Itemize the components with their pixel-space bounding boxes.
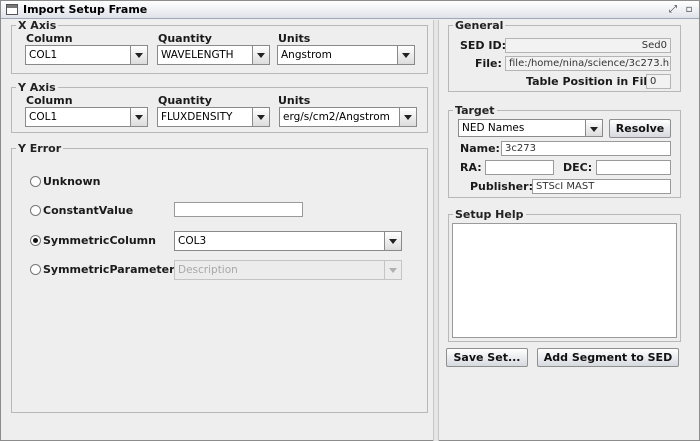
ra-label: RA: (460, 161, 482, 174)
x-units-label: Units (278, 32, 311, 45)
window-icon (6, 4, 18, 15)
symmetric-column-value: COL3 (178, 235, 207, 247)
setup-help-text (452, 223, 677, 338)
x-axis-title: X Axis (16, 19, 59, 32)
split-pane-divider[interactable] (433, 20, 439, 441)
setup-help-panel: Setup Help (448, 208, 681, 342)
table-position-label: Table Position in File: (526, 75, 659, 88)
dec-input[interactable] (596, 160, 671, 175)
chevron-down-icon[interactable] (399, 108, 416, 126)
x-units-value: Angstrom (281, 49, 332, 61)
y-units-value: erg/s/cm2/Angstrom (283, 111, 390, 123)
general-panel: General SED ID: Sed0 File: file:/home/ni… (448, 19, 681, 92)
symmetric-parameter-value: Description (178, 264, 238, 276)
x-units-select[interactable]: Angstrom (277, 45, 415, 65)
y-quantity-select[interactable]: FLUXDENSITY (157, 107, 270, 127)
y-column-select[interactable]: COL1 (25, 107, 148, 127)
y-column-label: Column (26, 94, 73, 107)
chevron-down-icon[interactable] (252, 108, 269, 126)
maximize-icon[interactable]: ⤢ (667, 4, 679, 16)
y-axis-panel: Y Axis Column COL1 Quantity FLUXDENSITY … (11, 81, 428, 133)
save-set-button[interactable]: Save Set... (446, 348, 528, 367)
chevron-down-icon[interactable] (585, 120, 602, 136)
target-title: Target (453, 104, 497, 117)
resolver-select[interactable]: NED Names (458, 119, 603, 137)
y-quantity-label: Quantity (158, 94, 212, 107)
y-axis-title: Y Axis (16, 81, 58, 94)
chevron-down-icon[interactable] (397, 46, 414, 64)
import-setup-window: Import Setup Frame ⤢ ▫ X Axis Column COL… (0, 0, 700, 441)
chevron-down-icon[interactable] (384, 232, 401, 250)
x-quantity-value: WAVELENGTH (161, 49, 234, 61)
symmetric-column-select[interactable]: COL3 (174, 231, 402, 251)
setup-help-title: Setup Help (453, 208, 526, 221)
chevron-down-icon (384, 261, 401, 279)
y-column-value: COL1 (29, 111, 58, 123)
constant-value-radio[interactable] (30, 205, 41, 216)
y-units-label: Units (278, 94, 311, 107)
chevron-down-icon[interactable] (130, 108, 147, 126)
y-error-panel: Y Error Unknown ConstantValue SymmetricC… (11, 142, 428, 413)
title-bar[interactable]: Import Setup Frame ⤢ ▫ (1, 1, 699, 19)
sed-id-label: SED ID: (460, 39, 507, 52)
file-label: File: (475, 57, 502, 70)
name-input[interactable]: 3c273 (501, 141, 671, 156)
dec-label: DEC: (563, 161, 593, 174)
table-position-field[interactable]: 0 (646, 74, 671, 89)
chevron-down-icon[interactable] (130, 46, 147, 64)
add-segment-button[interactable]: Add Segment to SED (537, 348, 679, 367)
symmetric-column-label[interactable]: SymmetricColumn (43, 234, 156, 247)
publisher-label: Publisher: (470, 180, 533, 193)
x-column-label: Column (26, 32, 73, 45)
y-units-select[interactable]: erg/s/cm2/Angstrom (279, 107, 417, 127)
resolve-button[interactable]: Resolve (609, 119, 671, 138)
close-icon[interactable]: ▫ (683, 4, 695, 16)
unknown-radio[interactable] (30, 176, 41, 187)
name-label: Name: (460, 142, 500, 155)
y-error-title: Y Error (16, 142, 64, 155)
ra-input[interactable] (485, 160, 554, 175)
window-title: Import Setup Frame (23, 3, 148, 16)
x-column-value: COL1 (29, 49, 58, 61)
constant-value-input[interactable] (174, 202, 303, 217)
symmetric-column-radio[interactable] (30, 235, 41, 246)
sed-id-field[interactable]: Sed0 (505, 38, 671, 53)
x-column-select[interactable]: COL1 (25, 45, 148, 65)
y-quantity-value: FLUXDENSITY (161, 111, 233, 123)
publisher-input[interactable]: STScI MAST (532, 179, 671, 194)
constant-value-label[interactable]: ConstantValue (43, 204, 133, 217)
symmetric-parameter-radio[interactable] (30, 264, 41, 275)
resolver-value: NED Names (462, 122, 525, 134)
general-title: General (453, 19, 506, 32)
x-quantity-select[interactable]: WAVELENGTH (157, 45, 270, 65)
chevron-down-icon[interactable] (252, 46, 269, 64)
symmetric-parameter-label[interactable]: SymmetricParameter (43, 263, 175, 276)
x-axis-panel: X Axis Column COL1 Quantity WAVELENGTH U… (11, 19, 428, 74)
file-field[interactable]: file:/home/nina/science/3c273.hut.a (505, 56, 671, 71)
unknown-label[interactable]: Unknown (43, 175, 100, 188)
target-panel: Target NED Names Resolve Name: 3c273 RA:… (448, 104, 681, 198)
x-quantity-label: Quantity (158, 32, 212, 45)
symmetric-parameter-select: Description (174, 260, 402, 280)
